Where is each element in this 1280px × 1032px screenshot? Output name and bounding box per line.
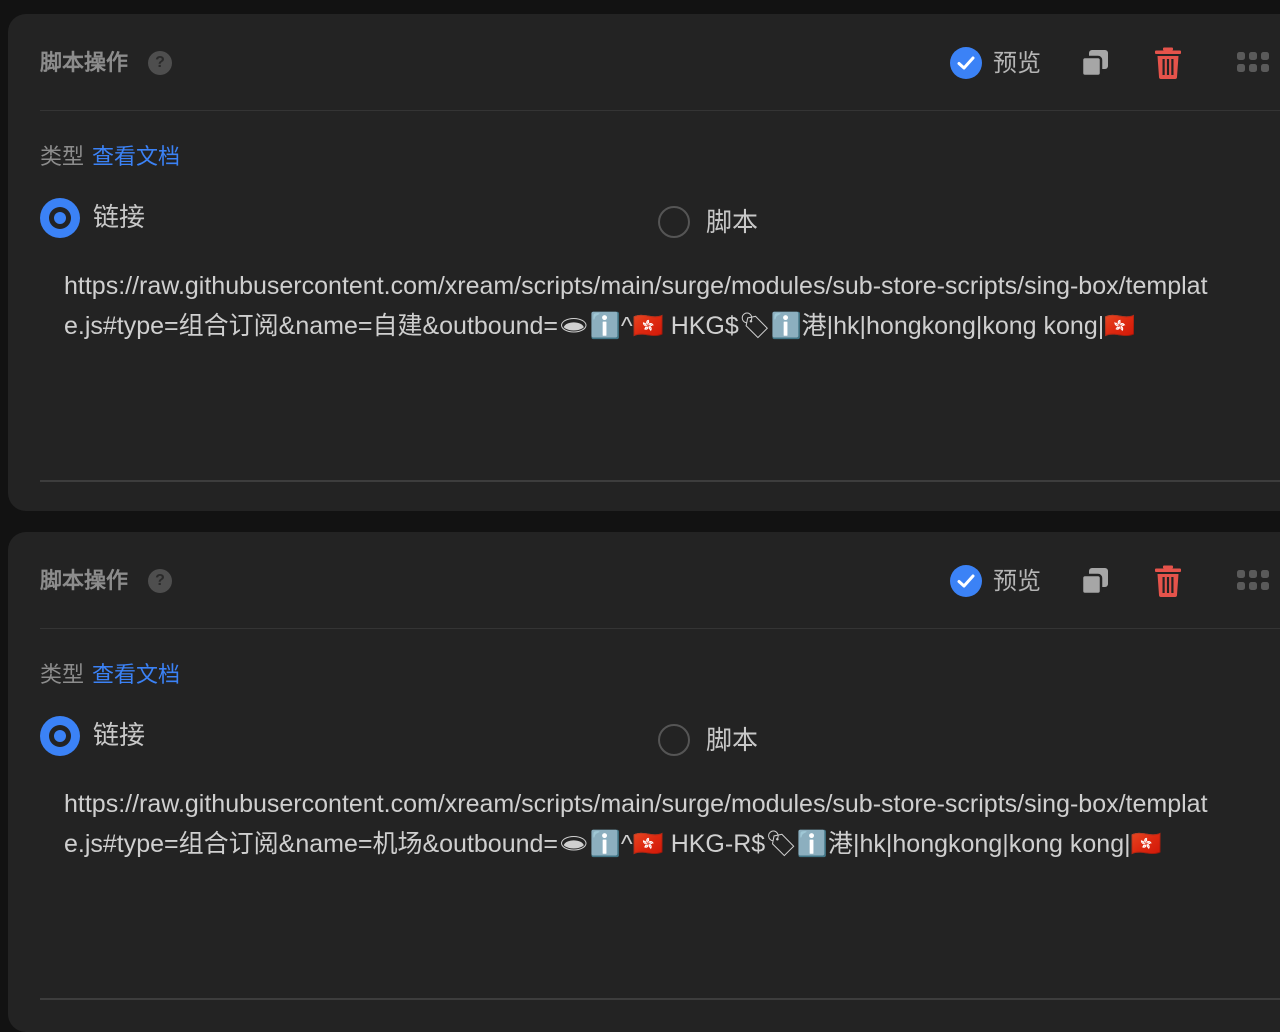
radio-label-link[interactable]: 链接 <box>93 720 145 750</box>
check-icon <box>957 56 975 70</box>
type-row: 类型 查看文档 <box>40 144 180 170</box>
script-operation-card: 脚本操作 ? 预览 类型 查看文档 链接 脚本 https://raw.gith… <box>8 14 1280 511</box>
input-underline <box>40 480 1280 482</box>
type-label: 类型 <box>40 662 85 687</box>
card-header: 脚本操作 ? 预览 <box>40 14 1280 111</box>
script-operation-card: 脚本操作 ? 预览 类型 查看文档 链接 脚本 https://raw.gith… <box>8 532 1280 1032</box>
type-label: 类型 <box>40 144 85 169</box>
script-url-textarea[interactable]: https://raw.githubusercontent.com/xream/… <box>64 266 1224 346</box>
drag-handle-icon[interactable] <box>1237 570 1269 597</box>
radio-script[interactable] <box>658 724 690 756</box>
preview-label[interactable]: 预览 <box>993 568 1041 596</box>
radio-label-script[interactable]: 脚本 <box>706 725 758 755</box>
check-icon <box>957 574 975 588</box>
radio-script[interactable] <box>658 206 690 238</box>
radio-link[interactable] <box>40 198 80 238</box>
card-title: 脚本操作 <box>40 568 129 593</box>
drag-handle-icon[interactable] <box>1237 52 1269 79</box>
trash-icon[interactable] <box>1155 47 1181 84</box>
radio-label-link[interactable]: 链接 <box>93 202 145 232</box>
type-row: 类型 查看文档 <box>40 662 180 688</box>
radio-link[interactable] <box>40 716 80 756</box>
card-title: 脚本操作 <box>40 50 129 75</box>
preview-label[interactable]: 预览 <box>993 50 1041 78</box>
view-docs-link[interactable]: 查看文档 <box>92 144 180 169</box>
question-circle-icon[interactable]: ? <box>148 51 172 75</box>
script-url-textarea[interactable]: https://raw.githubusercontent.com/xream/… <box>64 784 1224 864</box>
card-header: 脚本操作 ? 预览 <box>40 532 1280 629</box>
preview-checkbox[interactable] <box>950 565 982 597</box>
copy-icon[interactable] <box>1080 566 1110 601</box>
view-docs-link[interactable]: 查看文档 <box>92 662 180 687</box>
preview-checkbox[interactable] <box>950 47 982 79</box>
radio-label-script[interactable]: 脚本 <box>706 207 758 237</box>
copy-icon[interactable] <box>1080 48 1110 83</box>
input-underline <box>40 998 1280 1000</box>
question-circle-icon[interactable]: ? <box>148 569 172 593</box>
trash-icon[interactable] <box>1155 565 1181 602</box>
